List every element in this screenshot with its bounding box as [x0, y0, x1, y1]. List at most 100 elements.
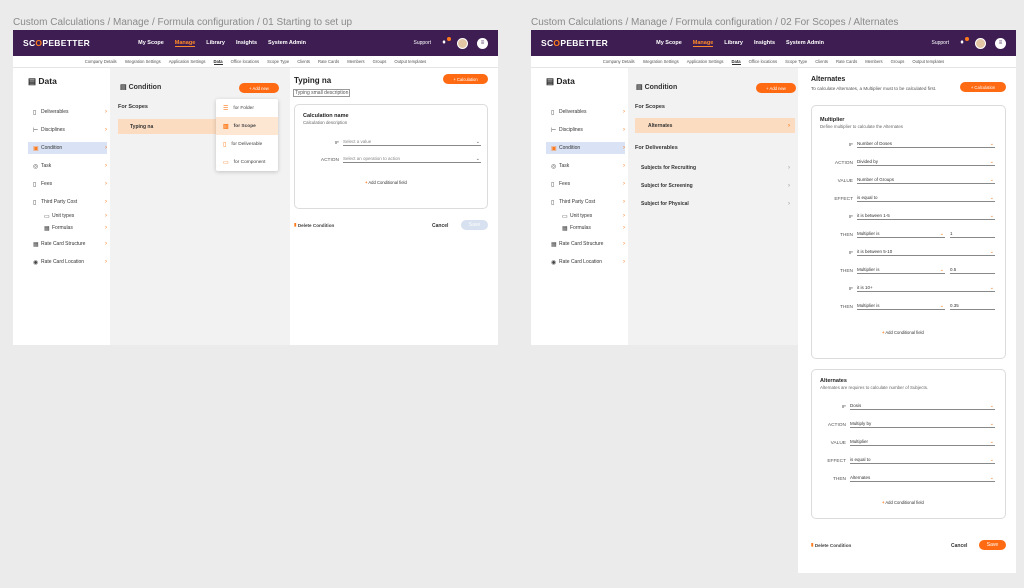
- sidebar-item-fees[interactable]: ▯ Fees ›: [33, 178, 107, 190]
- multiplier-value-input[interactable]: 0.35: [950, 302, 995, 310]
- subnav-item[interactable]: Integration Settings: [125, 59, 161, 64]
- multiplier-value-input[interactable]: 1: [950, 230, 995, 238]
- subnav-item[interactable]: Office locations: [749, 59, 778, 64]
- sidebar-item-unit-types[interactable]: ▭ Unit types ›: [562, 210, 625, 222]
- rule-select[interactable]: is equal to ⌄: [857, 194, 995, 202]
- menu-icon[interactable]: ≡: [995, 37, 1006, 49]
- sidebar-item-task[interactable]: ◎ Task ›: [33, 160, 107, 172]
- cancel-button[interactable]: Cancel: [951, 543, 967, 549]
- sidebar-item-formulas[interactable]: ▦ Formulas ›: [44, 222, 107, 234]
- subnav-item[interactable]: Members: [347, 59, 364, 64]
- subnav-item[interactable]: Scope Type: [267, 59, 289, 64]
- add-conditional-field-link[interactable]: + Add Conditional field: [882, 330, 924, 335]
- save-button[interactable]: Save: [461, 220, 488, 230]
- sidebar-item-disciplines[interactable]: ⊢ Disciplines ›: [551, 124, 625, 136]
- rule-select[interactable]: Multiplier ⌄: [850, 438, 995, 446]
- subnav-item[interactable]: Clients: [297, 59, 310, 64]
- sidebar-item-condition[interactable]: ▣ Condition ›: [28, 142, 107, 154]
- sidebar-item-unit-types[interactable]: ▭ Unit types ›: [44, 210, 107, 222]
- calculation-button[interactable]: + Calculation: [960, 82, 1006, 92]
- nav-manage[interactable]: Manage: [692, 40, 714, 47]
- list-item[interactable]: Subjects for Recruiting ›: [635, 160, 795, 175]
- subnav-item-data[interactable]: Data: [731, 59, 741, 65]
- calculation-name-input[interactable]: Typing na: [294, 76, 331, 85]
- sidebar-item-rate-card-structure[interactable]: ▦ Rate Card Structure ›: [33, 238, 107, 250]
- add-conditional-field-link[interactable]: + Add Conditional field: [365, 180, 407, 185]
- subnav-item[interactable]: Groups: [373, 59, 387, 64]
- nav-insights[interactable]: Insights: [236, 40, 257, 47]
- list-item-typing[interactable]: Typing na: [118, 119, 228, 134]
- support-link[interactable]: Support: [931, 40, 949, 46]
- sidebar-item-deliverables[interactable]: ▯ Deliverables ›: [33, 106, 107, 118]
- nav-manage[interactable]: Manage: [174, 40, 196, 47]
- add-new-button[interactable]: + Add new: [239, 83, 279, 93]
- rule-select[interactable]: Number of Groups ⌄: [857, 176, 995, 184]
- multiplier-value-input[interactable]: 0.5: [950, 266, 995, 274]
- nav-my-scope[interactable]: My Scope: [138, 40, 164, 47]
- nav-insights[interactable]: Insights: [754, 40, 775, 47]
- calculation-button[interactable]: + Calculation: [443, 74, 488, 84]
- sidebar-item-third-party-cost[interactable]: ▯ Third Party Cost ›: [33, 196, 107, 208]
- cancel-button[interactable]: Cancel: [432, 223, 448, 229]
- delete-condition-button[interactable]: ▮ Delete Condition: [811, 542, 851, 548]
- logo[interactable]: SCOPEBETTER: [541, 38, 608, 48]
- subnav-item[interactable]: Office locations: [231, 59, 260, 64]
- rule-select[interactable]: it is between 1-5 ⌄: [857, 212, 995, 220]
- sidebar-item-condition[interactable]: ▣ Condition ›: [546, 142, 625, 154]
- nav-library[interactable]: Library: [206, 40, 225, 47]
- subnav-item[interactable]: Output templates: [912, 59, 944, 64]
- rule-select[interactable]: Divided by ⌄: [857, 158, 995, 166]
- subnav-item-data[interactable]: Data: [213, 59, 223, 65]
- sidebar-item-disciplines[interactable]: ⊢ Disciplines ›: [33, 124, 107, 136]
- rule-select[interactable]: Multiplier is ⌄: [857, 266, 945, 274]
- delete-condition-button[interactable]: ▮ Delete Condition: [294, 222, 334, 228]
- menu-item-for-folder[interactable]: ☰ for Folder: [216, 99, 278, 117]
- subnav-item[interactable]: Groups: [891, 59, 905, 64]
- sidebar-item-formulas[interactable]: ▦ Formulas ›: [562, 222, 625, 234]
- subnav-item[interactable]: Clients: [815, 59, 828, 64]
- menu-item-for-deliverable[interactable]: ▯ for Deliverable: [216, 135, 278, 153]
- if-select[interactable]: Select a value ⌄: [343, 138, 481, 146]
- rule-select[interactable]: Number of Doses ⌄: [857, 140, 995, 148]
- add-conditional-field-link[interactable]: + Add Conditional field: [882, 500, 924, 505]
- sidebar-item-rate-card-location[interactable]: ◉ Rate Card Location ›: [551, 256, 625, 268]
- sidebar-item-fees[interactable]: ▯ Fees ›: [551, 178, 625, 190]
- avatar[interactable]: [457, 37, 468, 49]
- rule-select[interactable]: is equal to ⌄: [850, 456, 995, 464]
- rule-select[interactable]: Multiplier is ⌄: [857, 230, 945, 238]
- nav-system-admin[interactable]: System Admin: [786, 40, 824, 47]
- subnav-item[interactable]: Scope Type: [785, 59, 807, 64]
- support-link[interactable]: Support: [413, 40, 431, 46]
- subnav-item[interactable]: Output templates: [394, 59, 426, 64]
- rule-select[interactable]: Alternates ⌄: [850, 474, 995, 482]
- rule-select[interactable]: it is 10+ ⌄: [857, 284, 995, 292]
- list-item-alternates[interactable]: Alternates ›: [635, 118, 795, 133]
- avatar[interactable]: [975, 37, 986, 49]
- add-new-button[interactable]: + Add new: [756, 83, 796, 93]
- nav-my-scope[interactable]: My Scope: [656, 40, 682, 47]
- sidebar-item-rate-card-location[interactable]: ◉ Rate Card Location ›: [33, 256, 107, 268]
- subnav-item[interactable]: Company Details: [603, 59, 635, 64]
- logo[interactable]: SCOPEBETTER: [23, 38, 90, 48]
- subnav-item[interactable]: Integration Settings: [643, 59, 679, 64]
- bell-icon[interactable]: ♦: [958, 37, 969, 47]
- menu-icon[interactable]: ≡: [477, 37, 488, 49]
- subnav-item[interactable]: Application Settings: [687, 59, 724, 64]
- nav-library[interactable]: Library: [724, 40, 743, 47]
- rule-select[interactable]: it is between 5-10 ⌄: [857, 248, 995, 256]
- list-item[interactable]: Subject for Physical ›: [635, 196, 795, 211]
- subnav-item[interactable]: Rate Cards: [836, 59, 857, 64]
- subnav-item[interactable]: Members: [865, 59, 882, 64]
- sidebar-item-task[interactable]: ◎ Task ›: [551, 160, 625, 172]
- subnav-item[interactable]: Application Settings: [169, 59, 206, 64]
- menu-item-for-component[interactable]: ▭ for Component: [216, 153, 278, 171]
- rule-select[interactable]: Multiplier is ⌄: [857, 302, 945, 310]
- sidebar-item-third-party-cost[interactable]: ▯ Third Party Cost ›: [551, 196, 625, 208]
- subnav-item[interactable]: Company Details: [85, 59, 117, 64]
- sidebar-item-deliverables[interactable]: ▯ Deliverables ›: [551, 106, 625, 118]
- nav-system-admin[interactable]: System Admin: [268, 40, 306, 47]
- sidebar-item-rate-card-structure[interactable]: ▦ Rate Card Structure ›: [551, 238, 625, 250]
- list-item[interactable]: Subject for Screening ›: [635, 178, 795, 193]
- calculation-description-input[interactable]: Typing small description: [293, 89, 351, 97]
- rule-select[interactable]: Dosis ⌄: [850, 402, 995, 410]
